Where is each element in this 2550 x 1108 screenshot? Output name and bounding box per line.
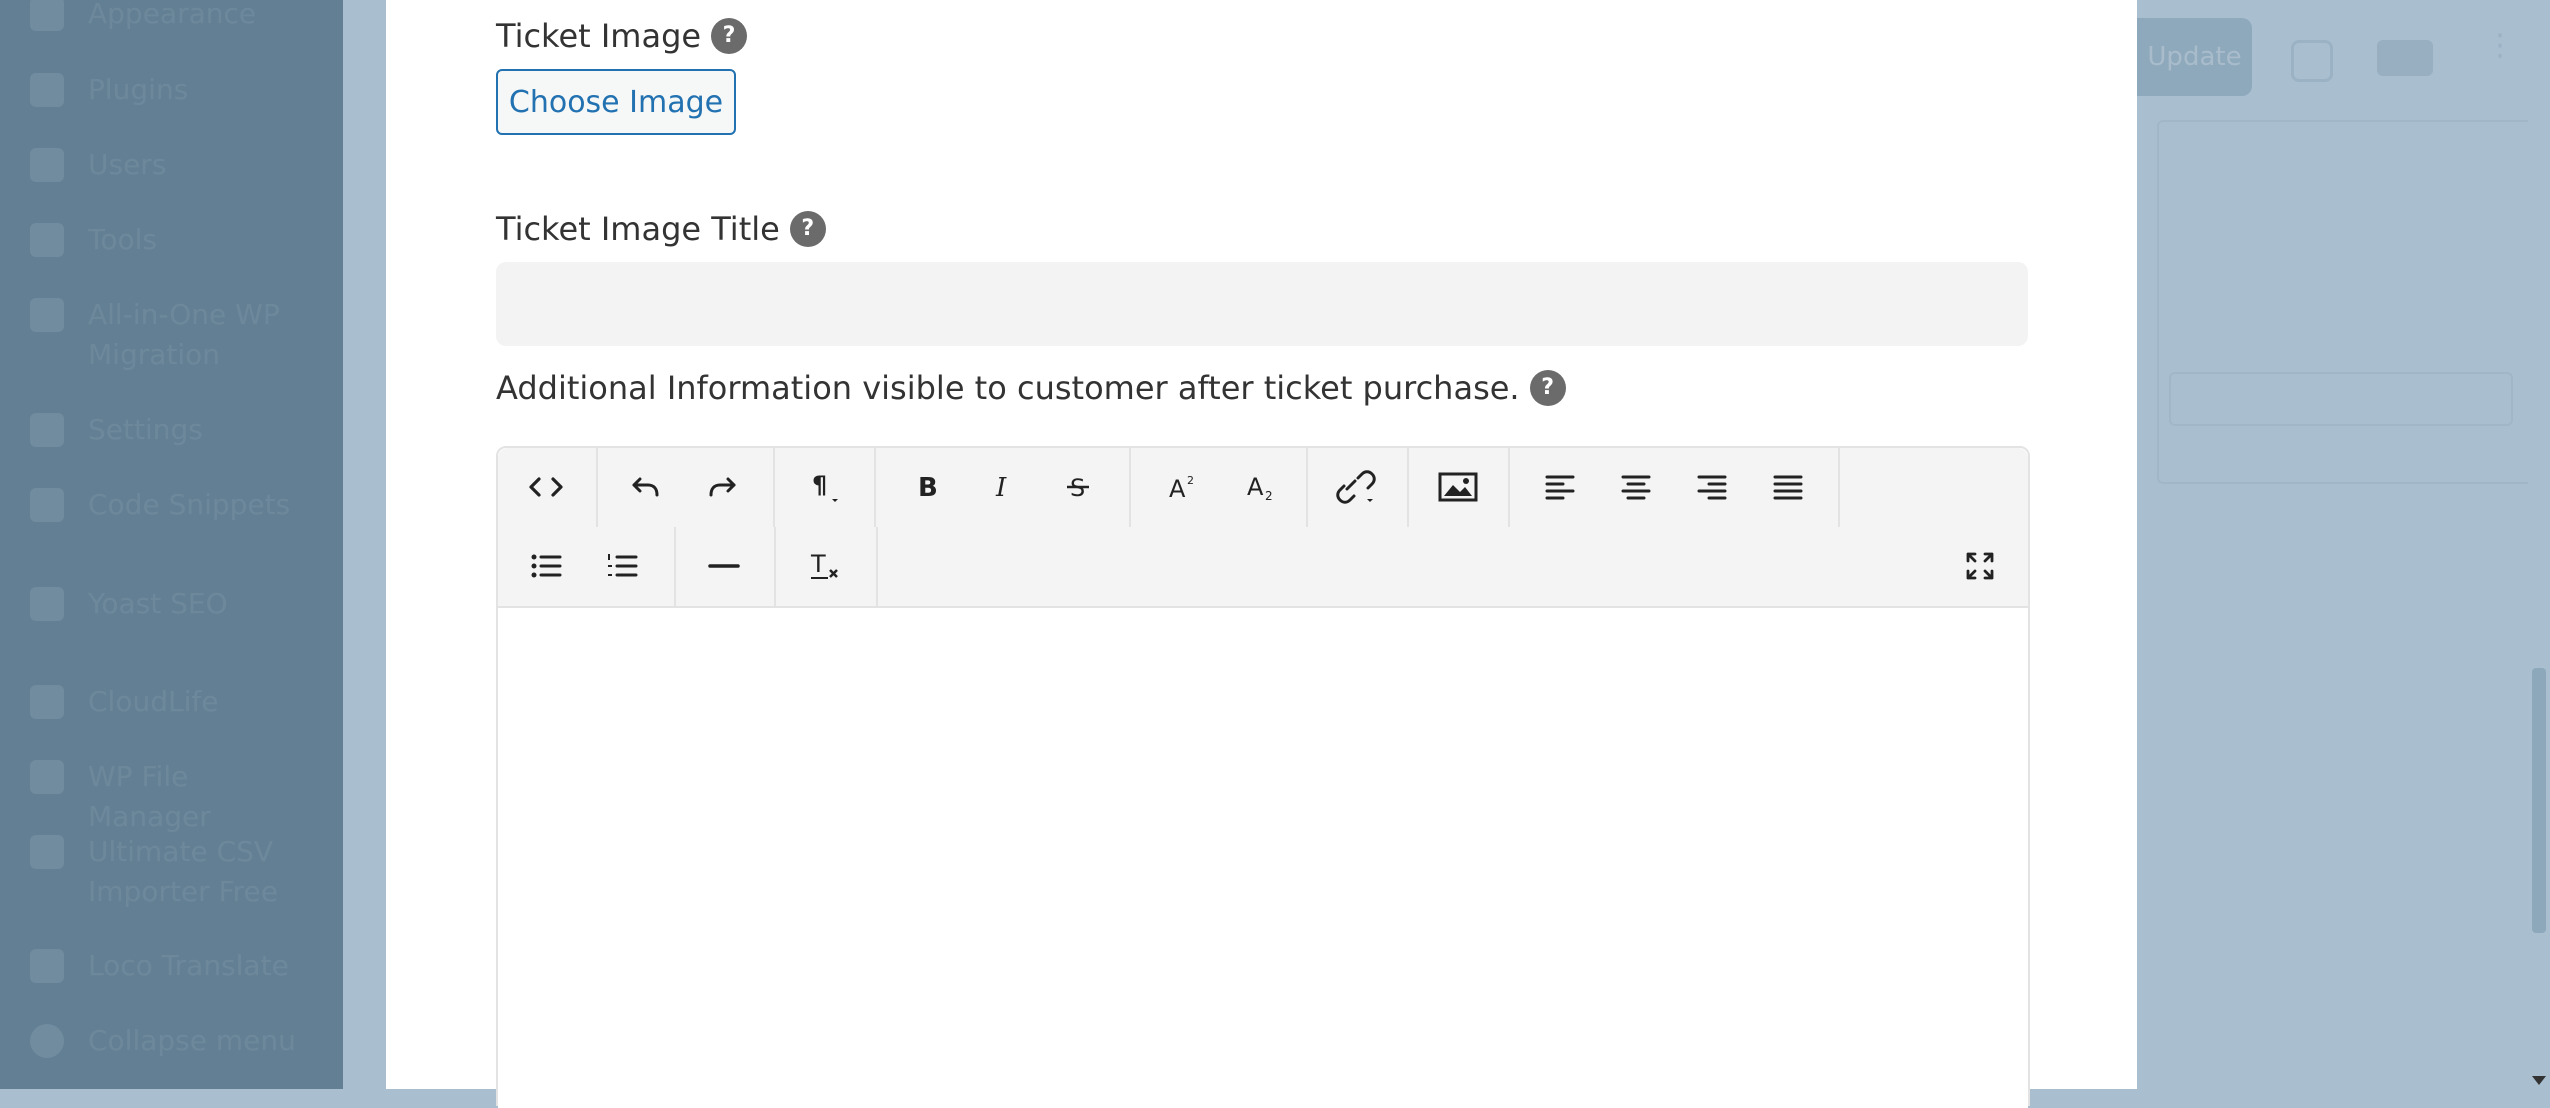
clear-formatting-icon[interactable]: T bbox=[796, 537, 856, 595]
additional-info-label: Additional Information visible to custom… bbox=[496, 369, 1520, 407]
ticket-image-title-label: Ticket Image Title bbox=[496, 210, 780, 248]
rich-text-editor: ¶ B I S A2 A2 bbox=[496, 446, 2030, 1108]
code-icon bbox=[30, 488, 64, 522]
horizontal-rule-icon[interactable] bbox=[694, 537, 754, 595]
sidebar-item-plugins[interactable]: Plugins bbox=[30, 70, 318, 110]
right-dimmed-area: Update ⋮ bbox=[2137, 0, 2550, 1089]
svg-text:B: B bbox=[918, 473, 938, 502]
toggle-icon[interactable] bbox=[2377, 40, 2433, 76]
help-icon[interactable]: ? bbox=[789, 211, 826, 247]
choose-image-button[interactable]: Choose Image bbox=[496, 69, 736, 135]
sidebar-item-csv-importer[interactable]: Ultimate CSV Importer Free bbox=[30, 832, 318, 912]
help-icon[interactable]: ? bbox=[711, 18, 748, 54]
svg-text:I: I bbox=[995, 473, 1007, 502]
wrench-icon bbox=[30, 223, 64, 257]
svg-text:2: 2 bbox=[1187, 474, 1194, 487]
editor-toolbar-row-2: T bbox=[498, 527, 2028, 608]
strikethrough-icon[interactable]: S bbox=[1048, 458, 1108, 516]
numbered-list-icon[interactable] bbox=[592, 537, 652, 595]
folder-icon bbox=[30, 760, 64, 794]
undo-icon[interactable] bbox=[616, 458, 676, 516]
sidebar-item-collapse[interactable]: Collapse menu bbox=[30, 1021, 318, 1061]
source-code-icon[interactable] bbox=[516, 458, 576, 516]
sidebar-item-yoast[interactable]: Yoast SEO bbox=[30, 584, 318, 624]
settings-panel bbox=[2157, 120, 2541, 484]
align-left-icon[interactable] bbox=[1530, 458, 1590, 516]
sidebar-item-users[interactable]: Users bbox=[30, 145, 318, 185]
settings-icon bbox=[30, 413, 64, 447]
help-icon[interactable]: ? bbox=[1529, 370, 1566, 406]
align-center-icon[interactable] bbox=[1606, 458, 1666, 516]
brush-icon bbox=[30, 0, 64, 31]
sidebar-item-cloudlife[interactable]: CloudLife bbox=[30, 682, 318, 722]
subscript-icon[interactable]: A2 bbox=[1230, 458, 1290, 516]
users-icon bbox=[30, 148, 64, 182]
svg-text:A: A bbox=[1247, 473, 1264, 501]
bullet-list-icon[interactable] bbox=[516, 537, 576, 595]
editor-content-area[interactable] bbox=[498, 608, 2028, 1108]
sidebar-item-migration[interactable]: All-in-One WP Migration bbox=[30, 295, 318, 375]
admin-sidebar: Appearance Plugins Users Tools All-in-On… bbox=[0, 0, 343, 1089]
page-scrollbar[interactable] bbox=[2528, 0, 2550, 1089]
ticket-modal: Ticket Image ? Choose Image Ticket Image… bbox=[386, 0, 2137, 1108]
update-button[interactable]: Update bbox=[2137, 18, 2252, 96]
scroll-down-arrow-icon[interactable] bbox=[2532, 1076, 2546, 1085]
cloud-icon bbox=[30, 685, 64, 719]
link-icon[interactable] bbox=[1326, 458, 1386, 516]
svg-text:T: T bbox=[810, 550, 826, 578]
ticket-image-label: Ticket Image bbox=[496, 17, 702, 55]
bold-icon[interactable]: B bbox=[896, 458, 956, 516]
paragraph-format-icon[interactable]: ¶ bbox=[794, 458, 854, 516]
sidebar-item-file-manager[interactable]: WP File Manager bbox=[30, 757, 318, 837]
additional-info-label-row: Additional Information visible to custom… bbox=[496, 369, 1566, 407]
sidebar-item-loco-translate[interactable]: Loco Translate bbox=[30, 946, 318, 986]
migration-icon bbox=[30, 298, 64, 332]
svg-text:¶: ¶ bbox=[812, 471, 827, 499]
plugin-icon bbox=[30, 73, 64, 107]
sidebar-item-tools[interactable]: Tools bbox=[30, 220, 318, 260]
panel-input[interactable] bbox=[2169, 372, 2513, 426]
sidebar-item-settings[interactable]: Settings bbox=[30, 410, 318, 450]
align-justify-icon[interactable] bbox=[1758, 458, 1818, 516]
align-right-icon[interactable] bbox=[1682, 458, 1742, 516]
redo-icon[interactable] bbox=[692, 458, 752, 516]
italic-icon[interactable]: I bbox=[972, 458, 1032, 516]
sidebar-item-code-snippets[interactable]: Code Snippets bbox=[30, 485, 318, 525]
collapse-icon bbox=[30, 1024, 64, 1058]
fullscreen-icon[interactable] bbox=[1950, 537, 2010, 595]
ticket-image-title-input[interactable] bbox=[496, 262, 2028, 346]
ticket-image-title-label-row: Ticket Image Title ? bbox=[496, 210, 826, 248]
translate-icon bbox=[30, 949, 64, 983]
sidebar-item-appearance[interactable]: Appearance bbox=[30, 0, 318, 34]
svg-text:A: A bbox=[1169, 475, 1186, 502]
yoast-icon bbox=[30, 587, 64, 621]
image-icon[interactable] bbox=[1428, 458, 1488, 516]
svg-text:2: 2 bbox=[1265, 489, 1273, 502]
ticket-image-label-row: Ticket Image ? bbox=[496, 17, 748, 55]
import-icon bbox=[30, 835, 64, 869]
editor-toolbar-row-1: ¶ B I S A2 A2 bbox=[498, 448, 2028, 529]
view-icon[interactable] bbox=[2291, 40, 2333, 82]
more-options-icon[interactable]: ⋮ bbox=[2485, 31, 2515, 76]
scrollbar-thumb[interactable] bbox=[2532, 668, 2546, 933]
superscript-icon[interactable]: A2 bbox=[1152, 458, 1212, 516]
